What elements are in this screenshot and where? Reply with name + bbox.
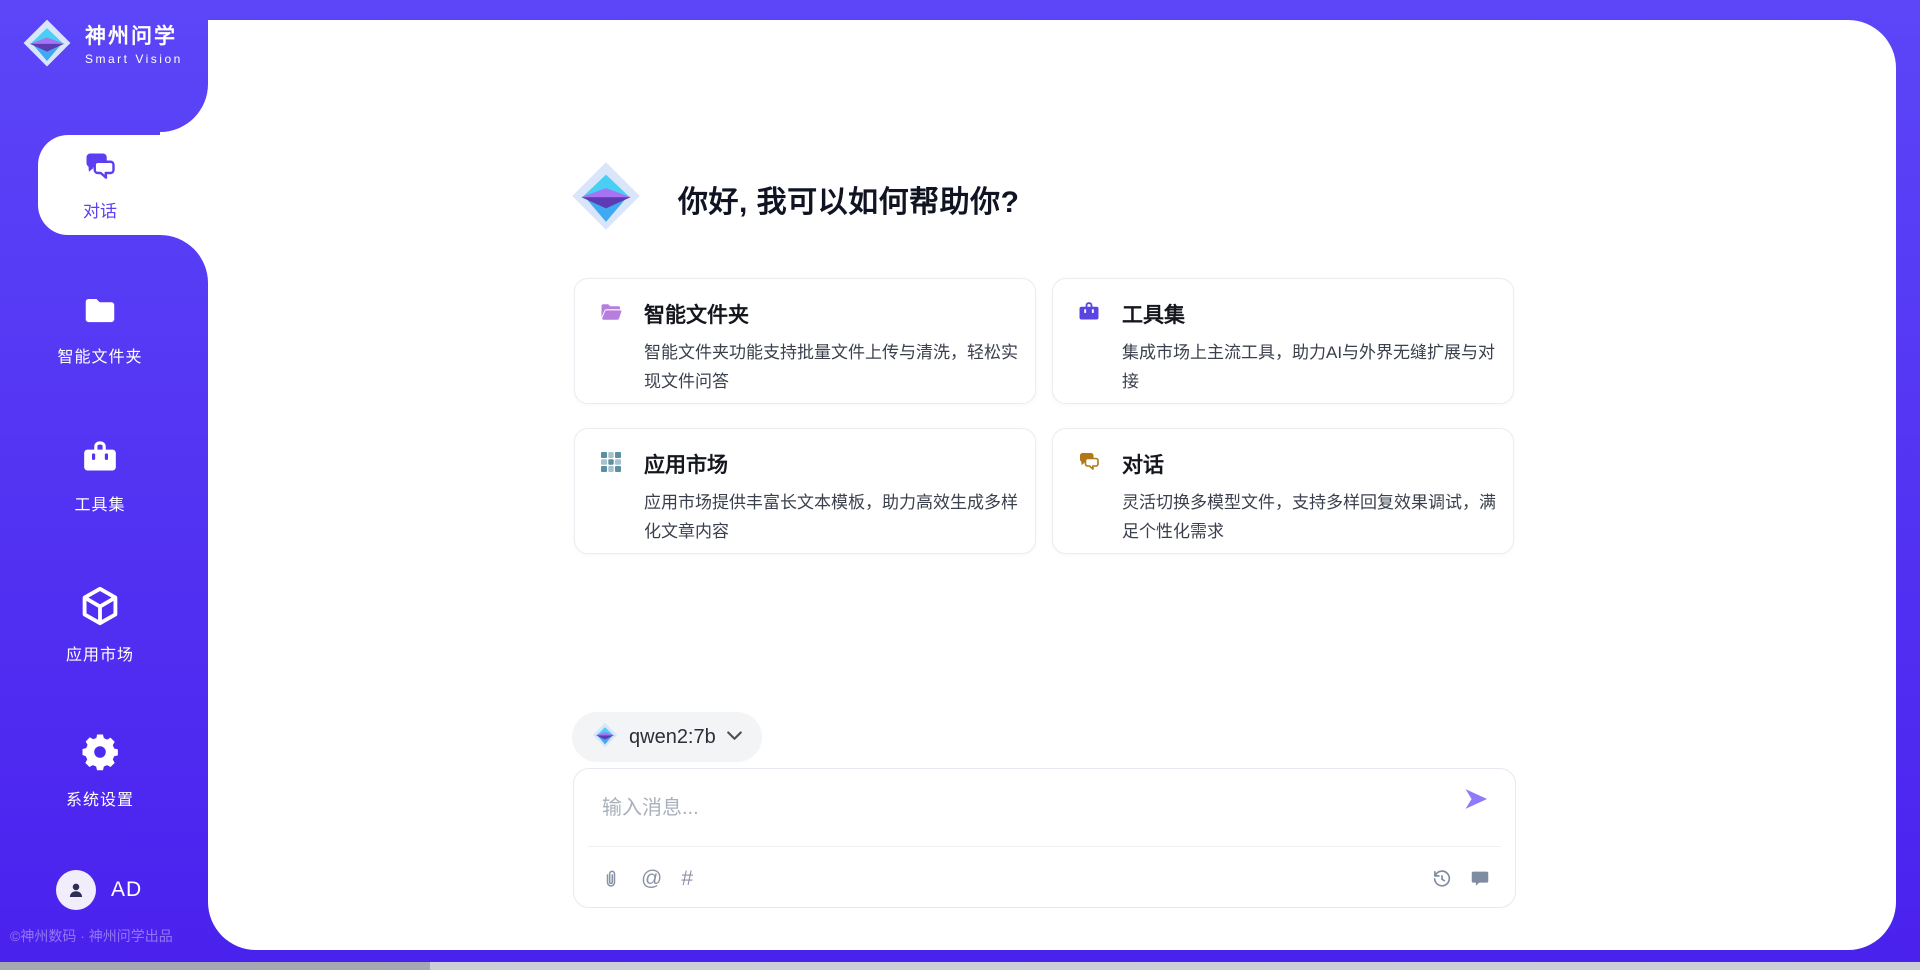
sidebar-footer: ©神州数码 · 神州问学出品 <box>10 926 210 946</box>
scrollbar-thumb[interactable] <box>0 962 430 970</box>
comment-button[interactable] <box>1469 868 1491 890</box>
card-smart-folder[interactable]: 智能文件夹 智能文件夹功能支持批量文件上传与清洗，轻松实现文件问答 <box>574 278 1036 404</box>
sidebar-item-chat[interactable]: 对话 <box>38 135 162 235</box>
greeting-text: 你好, 我可以如何帮助你? <box>678 177 1020 221</box>
chevron-down-icon <box>727 728 742 746</box>
briefcase-icon <box>1077 300 1101 329</box>
cube-icon <box>78 584 122 633</box>
comment-icon <box>1469 868 1491 890</box>
model-selector[interactable]: qwen2:7b <box>572 712 762 762</box>
user-profile[interactable]: AD <box>56 870 142 910</box>
grid-icon <box>599 450 623 479</box>
hashtag-button[interactable]: # <box>681 868 693 890</box>
card-description: 灵活切换多模型文件，支持多样回复效果调试，满足个性化需求 <box>1122 488 1496 546</box>
assistant-logo-icon <box>570 160 642 237</box>
card-title: 工具集 <box>1122 299 1185 329</box>
brand-name: 神州问学 <box>85 25 183 49</box>
paperclip-icon <box>600 868 622 890</box>
card-chat[interactable]: 对话 灵活切换多模型文件，支持多样回复效果调试，满足个性化需求 <box>1052 428 1514 554</box>
card-description: 智能文件夹功能支持批量文件上传与清洗，轻松实现文件问答 <box>644 338 1018 396</box>
sidebar-item-label: 工具集 <box>74 491 125 515</box>
sidebar-item-app-market[interactable]: 应用市场 <box>20 584 180 665</box>
card-app-market[interactable]: 应用市场 应用市场提供丰富长文本模板，助力高效生成多样化文章内容 <box>574 428 1036 554</box>
history-button[interactable] <box>1431 868 1453 890</box>
brand-logo-icon <box>22 18 72 73</box>
sidebar-item-toolset[interactable]: 工具集 <box>20 438 180 515</box>
sidebar-item-smart-folder[interactable]: 智能文件夹 <box>20 292 180 367</box>
composer: @ # <box>573 768 1516 908</box>
model-logo-icon <box>592 722 618 753</box>
card-title: 智能文件夹 <box>644 299 749 329</box>
card-description: 应用市场提供丰富长文本模板，助力高效生成多样化文章内容 <box>644 488 1018 546</box>
gear-icon <box>79 731 121 778</box>
card-title: 应用市场 <box>644 449 728 479</box>
brand-subtitle: Smart Vision <box>85 52 183 66</box>
blend-corner-bottom <box>160 235 208 283</box>
sidebar-item-label: 智能文件夹 <box>57 343 142 367</box>
chat-icon <box>1077 450 1101 479</box>
sidebar-item-label: 应用市场 <box>66 641 134 665</box>
folder-open-icon <box>599 300 623 329</box>
blend-corner-top <box>160 84 208 132</box>
brand: 神州问学 Smart Vision <box>22 18 183 73</box>
message-input[interactable] <box>600 789 1434 841</box>
card-toolset[interactable]: 工具集 集成市场上主流工具，助力AI与外界无缝扩展与对接 <box>1052 278 1514 404</box>
main-panel: 你好, 我可以如何帮助你? 智能文件夹 智能文件夹功能支持批量文件上传与清洗，轻… <box>208 20 1896 950</box>
folder-icon <box>81 292 119 335</box>
greeting: 你好, 我可以如何帮助你? <box>570 160 1020 237</box>
avatar <box>56 870 96 910</box>
user-initials: AD <box>111 878 142 902</box>
history-icon <box>1431 868 1453 890</box>
card-description: 集成市场上主流工具，助力AI与外界无缝扩展与对接 <box>1122 338 1496 396</box>
model-name: qwen2:7b <box>629 726 716 749</box>
briefcase-icon <box>80 438 120 483</box>
sidebar-item-label: 对话 <box>83 197 117 222</box>
card-title: 对话 <box>1122 449 1164 479</box>
active-tab-blend <box>160 84 208 283</box>
horizontal-scrollbar[interactable] <box>0 962 1920 970</box>
sidebar-item-settings[interactable]: 系统设置 <box>20 731 180 810</box>
attachment-button[interactable] <box>600 868 622 890</box>
sidebar-item-label: 系统设置 <box>66 786 134 810</box>
composer-divider <box>588 846 1501 847</box>
chat-icon <box>82 149 118 190</box>
mention-button[interactable]: @ <box>641 868 662 890</box>
send-button[interactable] <box>1461 785 1491 815</box>
